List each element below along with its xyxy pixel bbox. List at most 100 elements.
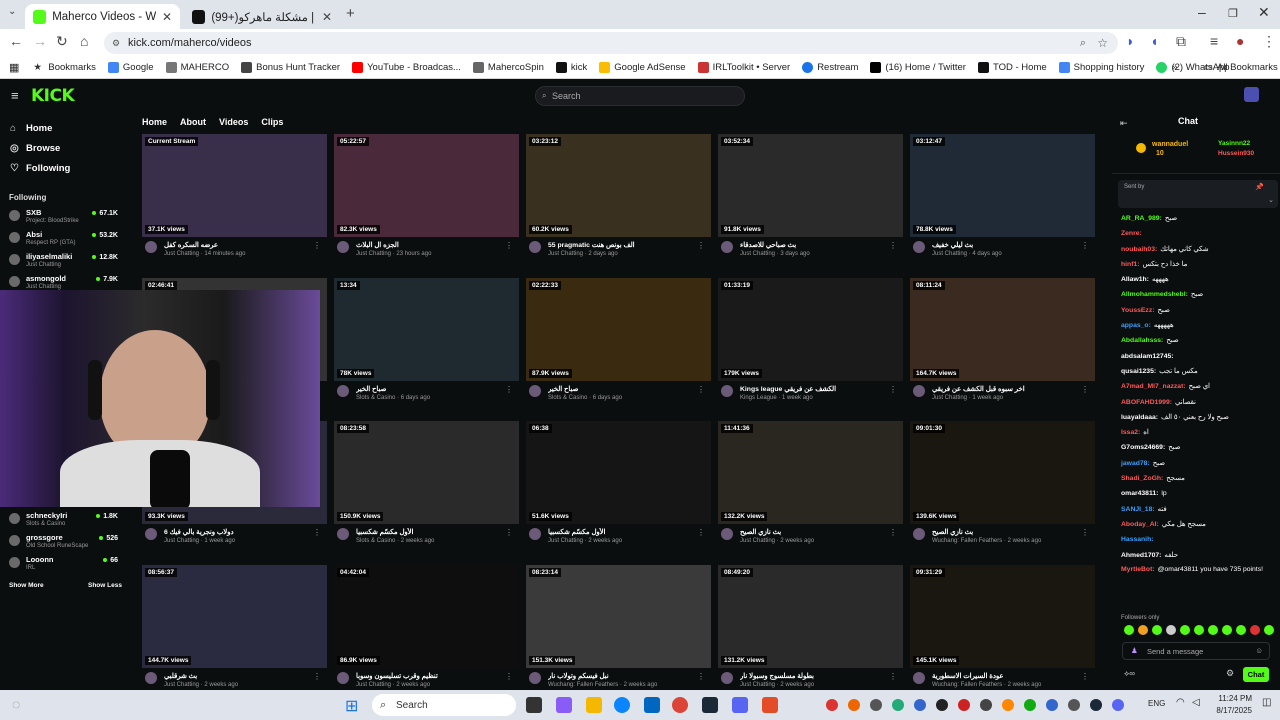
emote-icon[interactable]	[1180, 625, 1190, 635]
channel-avatar[interactable]	[529, 385, 541, 397]
sidebar-item-browse[interactable]: ◎ Browse	[0, 139, 126, 159]
url-bar[interactable]: ⚙ kick.com/maherco/videos ⌕ ☆	[104, 32, 1118, 54]
video-title[interactable]: عودة السيرات الاسطورية	[932, 672, 1082, 680]
more-options-icon[interactable]: ⋮	[505, 672, 513, 681]
video-card[interactable]: 08:11:24 164.7K views اخر سبوه قبل الكشف ع…	[910, 278, 1095, 415]
chat-username[interactable]: omar43811:	[1121, 490, 1158, 497]
emote-icon[interactable]	[1222, 625, 1232, 635]
tab-about[interactable]: About	[180, 117, 206, 127]
chat-username[interactable]: Shadi_ZoGh:	[1121, 475, 1163, 482]
chat-username[interactable]: AR_RA_989:	[1121, 215, 1162, 222]
bookmark-item[interactable]: Restream	[802, 62, 858, 73]
tray-app-icon[interactable]	[958, 699, 970, 711]
more-options-icon[interactable]: ⋮	[1081, 241, 1089, 250]
video-card[interactable]: 02:22:33 87.9K views صباح الخير Slots & Cas…	[526, 278, 711, 415]
video-title[interactable]: الجزه ال البلاث	[356, 241, 506, 249]
channel-avatar[interactable]	[721, 241, 733, 253]
video-card[interactable]: 13:34 78K views صباح الخير Slots & Casino ·…	[334, 278, 519, 415]
user-avatar[interactable]	[1244, 87, 1259, 102]
more-options-icon[interactable]: ⋮	[1081, 385, 1089, 394]
video-thumbnail[interactable]: 13:34 78K views	[334, 278, 519, 381]
extensions-puzzle-icon[interactable]: ⧉	[1176, 33, 1186, 50]
video-thumbnail[interactable]: 02:22:33 87.9K views	[526, 278, 711, 381]
notifications-icon[interactable]: ◫	[1262, 697, 1271, 708]
chat-username[interactable]: hinf1:	[1121, 261, 1140, 268]
video-thumbnail[interactable]: 06:38 51.6K views	[526, 421, 711, 524]
video-card[interactable]: Current Stream 37.1K views عرضه السكره كفل…	[142, 134, 327, 271]
channel-avatar[interactable]	[529, 241, 541, 253]
bookmark-item[interactable]: ★ Bookmarks	[33, 62, 96, 73]
app-icon[interactable]	[762, 697, 778, 713]
bookmark-item[interactable]: kick	[555, 62, 587, 73]
sidebar-item-following[interactable]: ♡ Following	[0, 159, 126, 179]
back-icon[interactable]: ←	[9, 33, 23, 49]
video-card[interactable]: 08:23:14 151.3K views نبل فيسكم وتولاب نار…	[526, 565, 711, 702]
maximize-icon[interactable]: ❐	[1228, 7, 1238, 20]
more-options-icon[interactable]: ⋮	[889, 528, 897, 537]
chat-username[interactable]: MyrtleBot:	[1121, 566, 1155, 573]
edge-icon[interactable]	[614, 697, 630, 713]
windows-start-icon[interactable]: ⊞	[345, 696, 358, 716]
more-options-icon[interactable]: ⋮	[313, 672, 321, 681]
more-options-icon[interactable]: ⋮	[313, 241, 321, 250]
emote-icon[interactable]	[1124, 625, 1134, 635]
tray-app-icon[interactable]	[980, 699, 992, 711]
video-title[interactable]: نبل فيسكم وتولاب نار	[548, 672, 698, 680]
sidebar-item-home[interactable]: ⌂ Home	[0, 119, 126, 139]
discord-icon[interactable]	[732, 697, 748, 713]
chat-username[interactable]: jawad78:	[1121, 460, 1150, 467]
more-options-icon[interactable]: ⋮	[889, 241, 897, 250]
video-thumbnail[interactable]: 08:56:37 144.7K views	[142, 565, 327, 668]
video-card[interactable]: 03:12:47 78.8K views بث ليلي خفيف Just Chat…	[910, 134, 1095, 271]
video-card[interactable]: 03:23:12 60.2K views 55 pragmatic الف بونص…	[526, 134, 711, 271]
emote-icon[interactable]	[1250, 625, 1260, 635]
tray-app-icon[interactable]	[892, 699, 904, 711]
video-card[interactable]: 08:49:20 131.2K views بطولة مسلسوج وسبولا …	[718, 565, 903, 702]
video-card[interactable]: 06:38 51.6K views الأول مكسّم شكسبيا Just C…	[526, 421, 711, 558]
video-title[interactable]: صباح الخير	[356, 385, 506, 393]
emote-icon[interactable]	[1138, 625, 1148, 635]
more-options-icon[interactable]: ⋮	[505, 385, 513, 394]
tray-app-icon[interactable]	[914, 699, 926, 711]
new-tab-icon[interactable]: +	[346, 5, 355, 22]
video-thumbnail[interactable]: 08:23:58 150.9K views	[334, 421, 519, 524]
more-options-icon[interactable]: ⋮	[697, 241, 705, 250]
show-more-link[interactable]: Show More	[9, 582, 44, 589]
steam-tray-icon[interactable]	[1090, 699, 1102, 711]
channel-avatar[interactable]	[913, 528, 925, 540]
chat-settings-icon[interactable]: ⚙	[1226, 668, 1234, 679]
chat-username[interactable]: A7mad_Ml7_nazzat:	[1121, 383, 1186, 390]
tray-app-icon[interactable]	[870, 699, 882, 711]
bookmark-item[interactable]: Shopping history	[1058, 62, 1144, 73]
video-card[interactable]: 09:31:29 145.1K views عودة السيرات الاسطور…	[910, 565, 1095, 702]
pinned-message[interactable]: Sent by 📌 ⌄	[1118, 180, 1278, 208]
video-thumbnail[interactable]: 03:12:47 78.8K views	[910, 134, 1095, 237]
chat-username[interactable]: noubaih03:	[1121, 246, 1157, 253]
emote-icon[interactable]	[1166, 625, 1176, 635]
bluetooth-icon[interactable]	[1046, 699, 1058, 711]
chat-username[interactable]: Hassanih:	[1121, 536, 1153, 543]
video-thumbnail[interactable]: 09:31:29 145.1K views	[910, 565, 1095, 668]
tab-kick[interactable]: Maherco Videos - Watch On-D ✕	[25, 4, 180, 29]
more-options-icon[interactable]: ⋮	[505, 241, 513, 250]
chat-username[interactable]: YoussEzz:	[1121, 307, 1155, 314]
channel-avatar[interactable]	[913, 385, 925, 397]
wifi-icon[interactable]: ◠	[1176, 697, 1185, 708]
more-options-icon[interactable]: ⋮	[697, 528, 705, 537]
chat-send-button[interactable]: Chat	[1243, 667, 1269, 682]
bookmark-item[interactable]: YouTube - Broadcas...	[352, 62, 461, 73]
store-icon[interactable]	[644, 697, 660, 713]
video-thumbnail[interactable]: Current Stream 37.1K views	[142, 134, 327, 237]
chat-username[interactable]: luayaldaaa:	[1121, 414, 1158, 421]
bookmark-item[interactable]: IRLToolkit • Server	[697, 62, 790, 73]
channel-avatar[interactable]	[529, 528, 541, 540]
emoji-icon[interactable]: ☺	[1255, 646, 1263, 655]
bookmark-item[interactable]: Google	[107, 62, 154, 73]
more-bookmarks-icon[interactable]: »	[1172, 62, 1178, 73]
video-card[interactable]: 05:22:57 82.3K views الجزه ال البلاث Just C…	[334, 134, 519, 271]
video-title[interactable]: Kings league الكشف عن فريقي	[740, 385, 890, 393]
show-less-link[interactable]: Show Less	[88, 582, 122, 589]
widgets-icon[interactable]: ◌	[12, 696, 20, 712]
video-title[interactable]: بث صباحي للاصدقاء	[740, 241, 890, 249]
following-channel[interactable]: Absi Respect RP (GTA) 53.2K	[9, 229, 126, 251]
